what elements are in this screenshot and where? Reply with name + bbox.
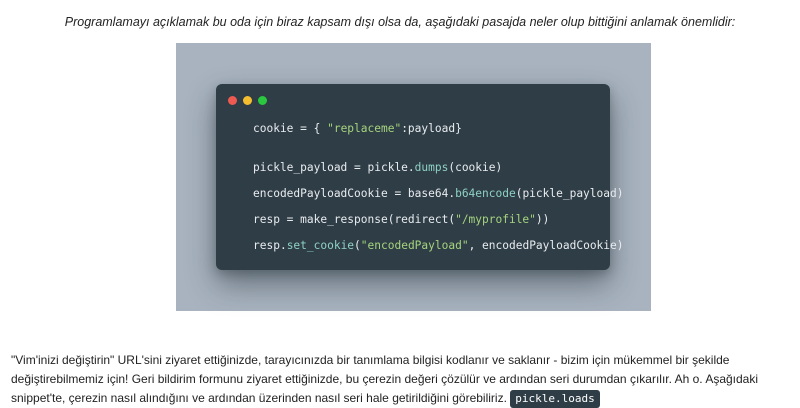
body-paragraph: "Vim'inizi değiştirin" URL'sini ziyaret … xyxy=(11,351,800,408)
code-text: pickle_payload = pickle. xyxy=(253,161,415,174)
code-function: b64encode xyxy=(455,187,516,200)
code-line-3: encodedPayloadCookie = base64.b64encode(… xyxy=(253,187,623,200)
close-dot-icon xyxy=(228,96,237,105)
code-text: cookie = { xyxy=(253,122,328,135)
code-text: encodedPayloadCookie = base64. xyxy=(253,187,456,200)
minimize-dot-icon xyxy=(243,96,252,105)
code-function: dumps xyxy=(414,161,449,174)
code-text: :payload} xyxy=(401,122,462,135)
code-text: ( xyxy=(354,239,361,252)
code-line-1: cookie = { "replaceme":payload} xyxy=(253,122,462,135)
maximize-dot-icon xyxy=(258,96,267,105)
code-text: (pickle_payload) xyxy=(515,187,624,200)
code-line-4: resp = make_response(redirect("/myprofil… xyxy=(253,213,549,226)
code-string: "replaceme" xyxy=(327,122,402,135)
code-text: )) xyxy=(535,213,550,226)
paragraph-text: "Vim'inizi değiştirin" URL'sini ziyaret … xyxy=(11,353,759,405)
code-text: resp. xyxy=(253,239,287,252)
figure-caption: Programlamayı açıklamak bu oda için bira… xyxy=(64,15,736,29)
code-window: cookie = { "replaceme":payload} pickle_p… xyxy=(216,84,624,270)
code-string: "encodedPayload" xyxy=(360,239,469,252)
code-text: (cookie) xyxy=(448,161,503,174)
code-line-5: resp.set_cookie("encodedPayload", encode… xyxy=(253,239,624,252)
code-line-2: pickle_payload = pickle.dumps(cookie) xyxy=(253,161,502,174)
code-function: set_cookie xyxy=(286,239,355,252)
code-text: , encodedPayloadCookie) xyxy=(468,239,624,252)
inline-code: pickle.loads xyxy=(510,389,600,408)
code-string: "/myprofile" xyxy=(455,213,536,226)
code-text: resp = make_response(redirect( xyxy=(253,213,456,226)
code-screenshot-figure: cookie = { "replaceme":payload} pickle_p… xyxy=(176,43,651,311)
